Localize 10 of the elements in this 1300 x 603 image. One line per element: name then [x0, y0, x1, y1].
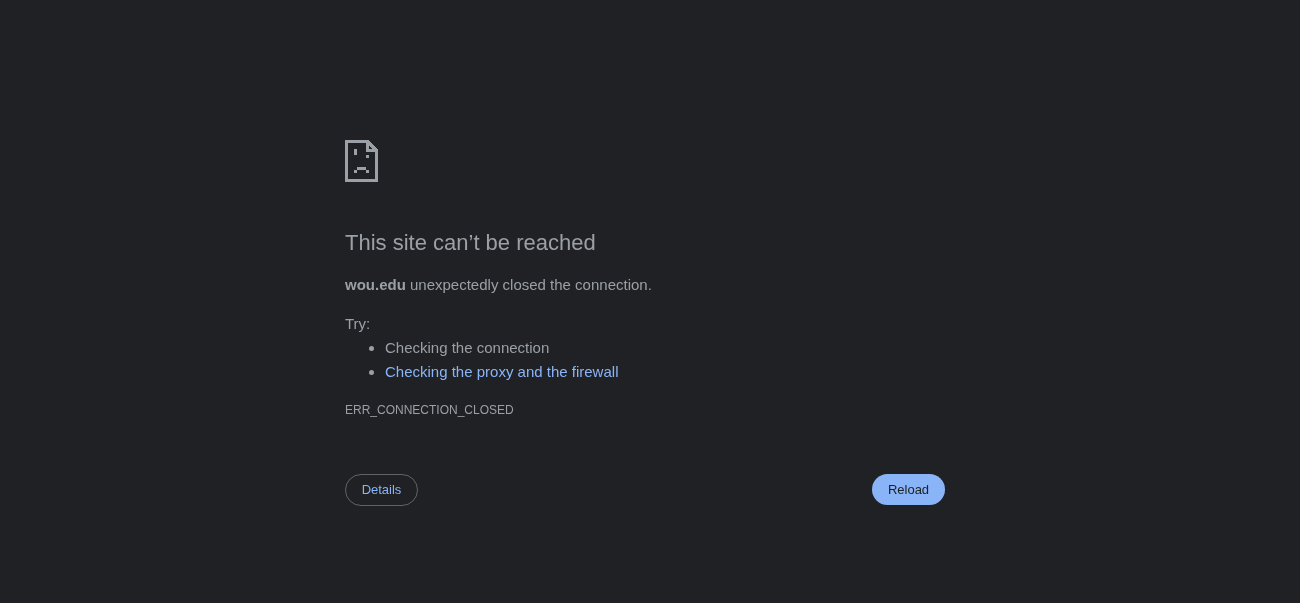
bullet-icon: [369, 345, 374, 351]
reload-button[interactable]: Reload: [872, 474, 945, 505]
error-message: wou.edu unexpectedly closed the connection.: [345, 275, 652, 295]
error-code: ERR_CONNECTION_CLOSED: [345, 402, 514, 418]
suggestions-label: Try:: [345, 314, 371, 334]
error-heading: This site can’t be reached: [345, 229, 596, 257]
suggestion-link[interactable]: Checking the proxy and the firewall: [385, 362, 619, 382]
sad-page-icon: [345, 140, 378, 182]
bullet-icon: [369, 369, 374, 375]
suggestion-text: Checking the connection: [385, 338, 550, 358]
